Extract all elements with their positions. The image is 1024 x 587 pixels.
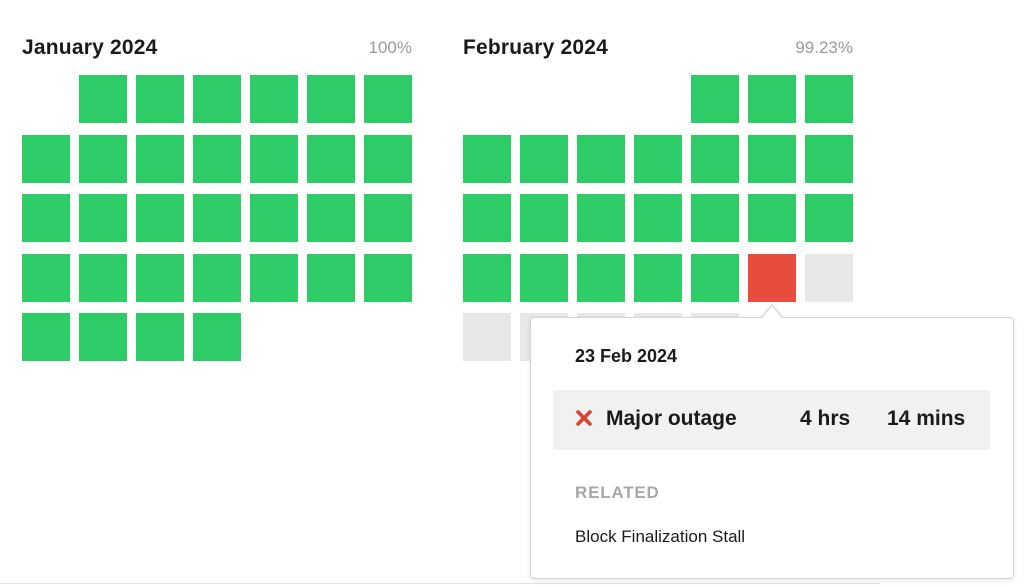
related-incident-link[interactable]: Block Finalization Stall — [575, 527, 745, 547]
day-cell[interactable] — [520, 135, 568, 183]
day-cell[interactable] — [193, 194, 241, 242]
day-cell[interactable] — [520, 194, 568, 242]
day-cell[interactable] — [307, 135, 355, 183]
month-header: February 2024 99.23% — [463, 36, 853, 64]
tooltip-arrow-inner — [761, 306, 783, 319]
day-cell-future — [463, 313, 511, 361]
day-cell[interactable] — [463, 135, 511, 183]
month-january: January 2024 100% — [22, 36, 412, 361]
month-title: February 2024 — [463, 36, 609, 59]
day-cell[interactable] — [136, 75, 184, 123]
day-cell[interactable] — [364, 135, 412, 183]
day-cell[interactable] — [307, 254, 355, 302]
month-uptime-percent: 100% — [368, 38, 412, 57]
day-cell[interactable] — [691, 75, 739, 123]
incident-duration-minutes: 14 mins — [887, 407, 966, 430]
day-cell[interactable] — [250, 135, 298, 183]
day-cell[interactable] — [748, 194, 796, 242]
day-cell[interactable] — [136, 313, 184, 361]
day-cell[interactable] — [79, 313, 127, 361]
day-cell[interactable] — [463, 254, 511, 302]
day-cell[interactable] — [136, 135, 184, 183]
day-cell[interactable] — [805, 194, 853, 242]
day-cell[interactable] — [691, 194, 739, 242]
day-cell[interactable] — [250, 75, 298, 123]
month-uptime-percent: 99.23% — [795, 38, 853, 57]
day-cell[interactable] — [307, 75, 355, 123]
month-header: January 2024 100% — [22, 36, 412, 64]
day-cell[interactable] — [691, 135, 739, 183]
day-cell[interactable] — [79, 135, 127, 183]
day-cell[interactable] — [577, 194, 625, 242]
day-cell[interactable] — [364, 194, 412, 242]
day-cell-outage[interactable] — [748, 254, 796, 302]
day-cell[interactable] — [79, 194, 127, 242]
day-cell[interactable] — [364, 75, 412, 123]
day-cell[interactable] — [805, 75, 853, 123]
day-cell[interactable] — [193, 75, 241, 123]
day-cell[interactable] — [136, 194, 184, 242]
day-cell[interactable] — [193, 135, 241, 183]
day-cell[interactable] — [634, 254, 682, 302]
day-cell[interactable] — [748, 135, 796, 183]
day-cell[interactable] — [805, 135, 853, 183]
day-cell[interactable] — [463, 194, 511, 242]
day-cell[interactable] — [22, 135, 70, 183]
day-cell[interactable] — [634, 135, 682, 183]
month-february: February 2024 99.23% — [463, 36, 853, 361]
day-cell[interactable] — [250, 194, 298, 242]
incident-status: Major outage — [606, 407, 737, 430]
day-tooltip: 23 Feb 2024 Major outage 4 hrs 14 mins R… — [530, 317, 1014, 579]
day-cell[interactable] — [22, 313, 70, 361]
day-cell[interactable] — [193, 254, 241, 302]
day-cell[interactable] — [520, 254, 568, 302]
day-cell[interactable] — [577, 254, 625, 302]
day-cell[interactable] — [22, 194, 70, 242]
divider — [0, 583, 880, 584]
day-cell[interactable] — [250, 254, 298, 302]
day-cell[interactable] — [22, 254, 70, 302]
tooltip-date: 23 Feb 2024 — [575, 346, 678, 366]
day-cell[interactable] — [577, 135, 625, 183]
status-calendar-page: January 2024 100% February 2024 99.23% 2… — [0, 0, 1024, 587]
month-title: January 2024 — [22, 36, 158, 59]
x-icon — [573, 407, 595, 429]
day-cell[interactable] — [634, 194, 682, 242]
day-cell[interactable] — [748, 75, 796, 123]
incident-row: Major outage 4 hrs 14 mins — [553, 390, 990, 450]
day-cell-future — [805, 254, 853, 302]
day-cell[interactable] — [691, 254, 739, 302]
day-cell[interactable] — [307, 194, 355, 242]
day-cell[interactable] — [79, 75, 127, 123]
incident-duration-hours: 4 hrs — [800, 407, 851, 430]
related-heading: RELATED — [575, 483, 660, 502]
day-cell[interactable] — [136, 254, 184, 302]
day-cell[interactable] — [193, 313, 241, 361]
day-cell[interactable] — [79, 254, 127, 302]
day-cell[interactable] — [364, 254, 412, 302]
day-grid — [22, 75, 412, 365]
